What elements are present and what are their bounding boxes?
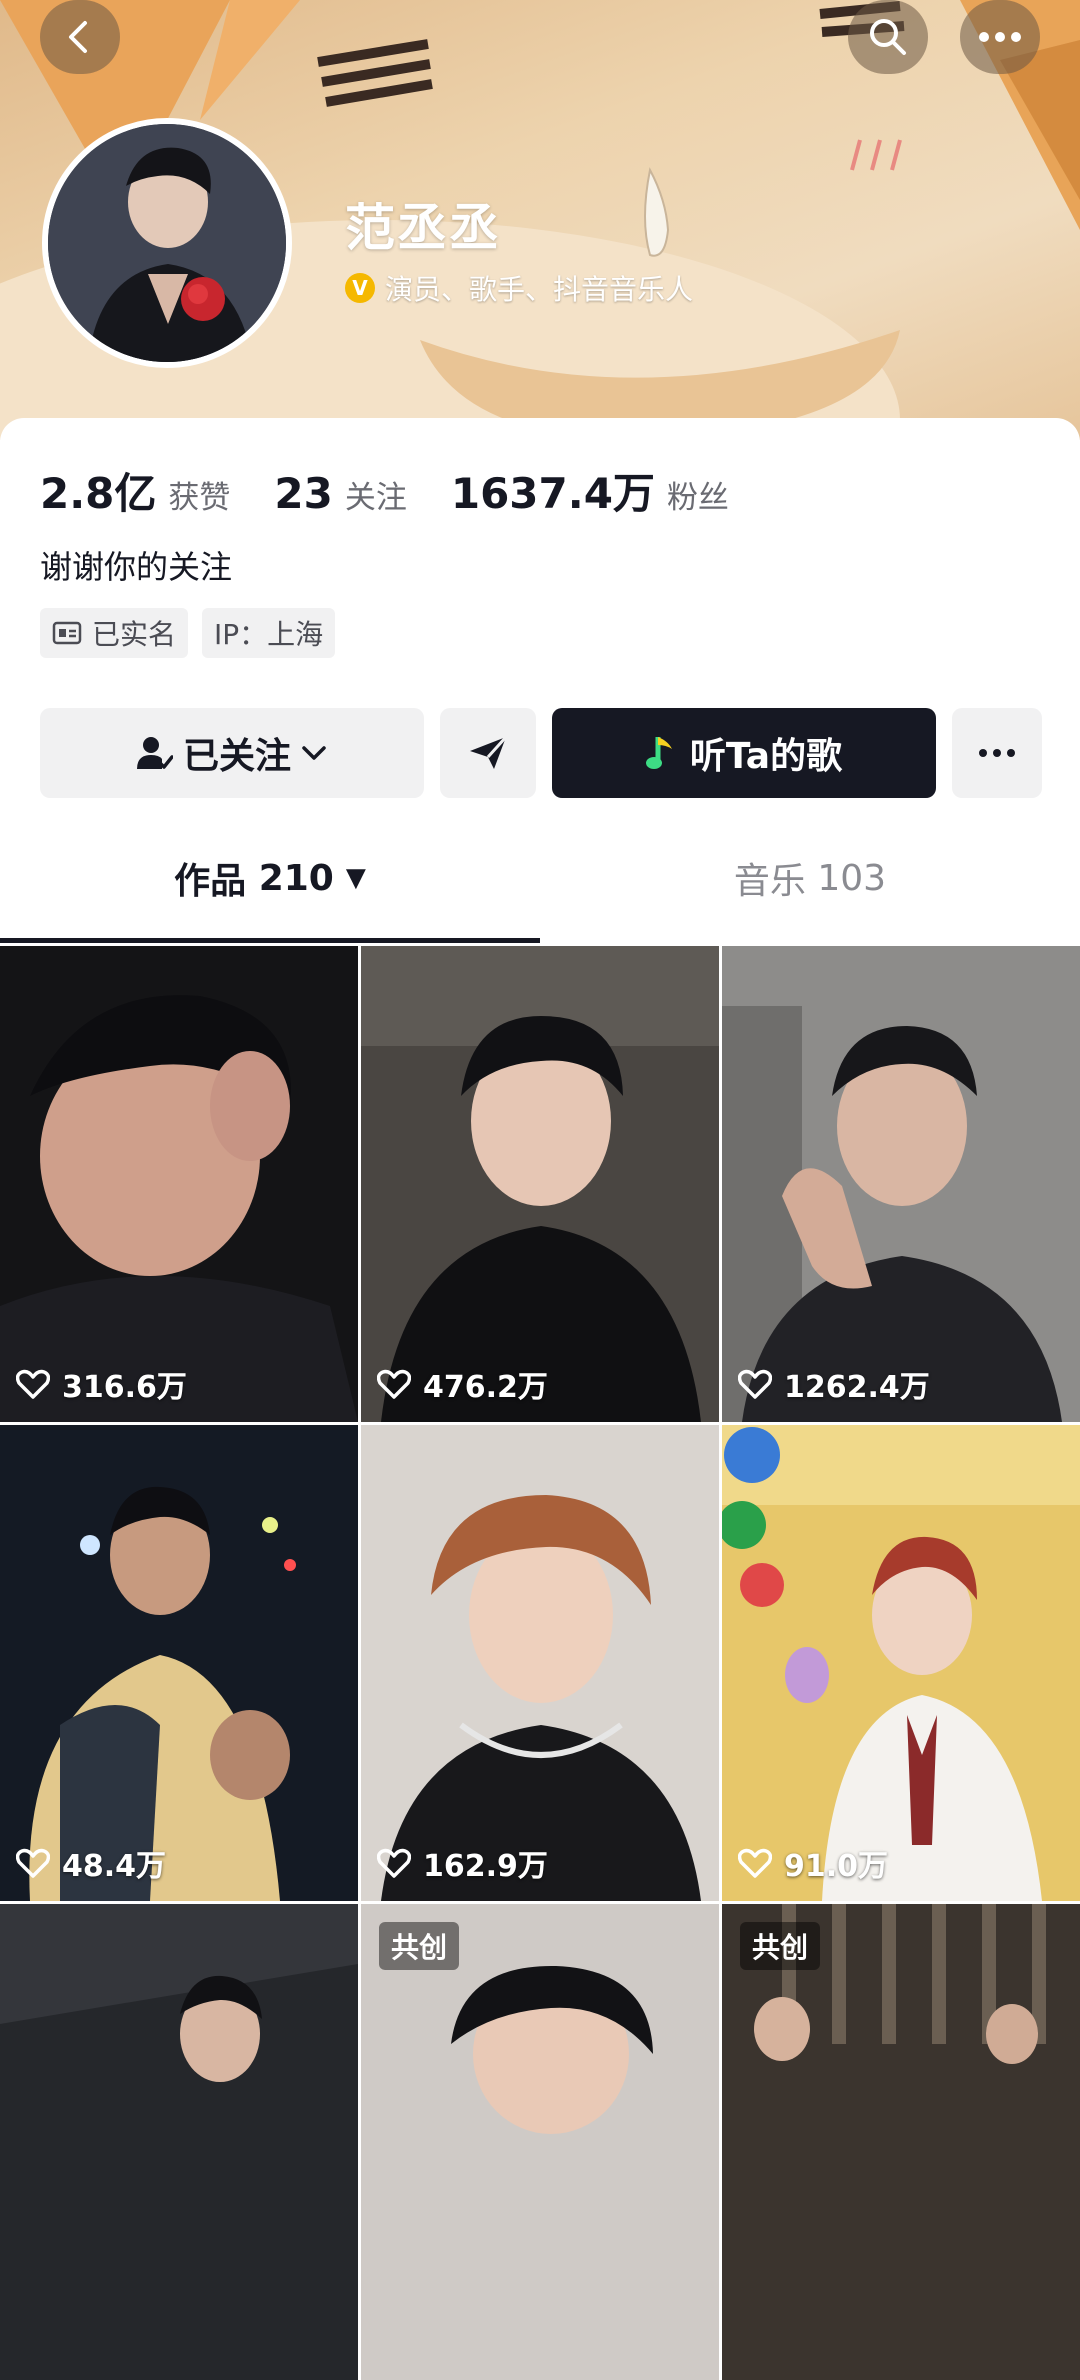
video-cover — [722, 1425, 1080, 1901]
share-button[interactable] — [440, 708, 536, 798]
send-icon — [470, 735, 508, 769]
like-count-value: 476.2万 — [423, 1370, 548, 1405]
verification: V 演员、歌手、抖音音乐人 — [345, 268, 693, 308]
tag-row: 已实名 IP：上海 — [40, 608, 336, 658]
stat-likes: 2.8亿 获赞 — [40, 460, 230, 521]
stats-row: 2.8亿 获赞 23 关注 1637.4万 粉丝 — [40, 460, 773, 521]
likes-label: 获赞 — [168, 480, 231, 516]
video-cover — [0, 1425, 358, 1901]
listen-music-label: 听Ta的歌 — [689, 736, 843, 777]
avatar-photo — [48, 124, 286, 362]
likes-count: 2.8亿 — [40, 469, 157, 518]
search-icon — [870, 19, 906, 55]
heart-icon — [16, 1369, 50, 1399]
followed-button[interactable]: 已关注 — [40, 708, 424, 798]
tab-works-count: 210 — [258, 857, 334, 899]
video-thumbnail[interactable]: 316.6万 — [0, 946, 358, 1422]
video-cover — [722, 1904, 1080, 2380]
co-creation-badge: 共创 — [379, 1922, 460, 1970]
more-actions-button[interactable] — [952, 708, 1042, 798]
chevron-left-icon — [69, 21, 87, 53]
heart-icon — [738, 1369, 772, 1399]
co-creation-badge: 共创 — [740, 1922, 821, 1970]
like-count: 91.0万 — [738, 1841, 888, 1885]
more-button[interactable] — [960, 0, 1040, 74]
chevron-down-icon — [302, 746, 326, 760]
heart-icon — [738, 1848, 772, 1878]
like-count: 316.6万 — [16, 1362, 187, 1406]
video-cover — [361, 946, 719, 1422]
search-button[interactable] — [848, 0, 928, 74]
video-thumbnail[interactable]: 91.0万 — [722, 1425, 1080, 1901]
tab-works-label: 作品 — [174, 861, 247, 902]
stat-following[interactable]: 23 关注 — [274, 469, 406, 518]
video-cover — [361, 1904, 719, 2380]
like-count-value: 162.9万 — [423, 1849, 548, 1884]
following-count: 23 — [274, 469, 333, 518]
bio-text: 谢谢你的关注 — [40, 548, 233, 586]
back-button[interactable] — [40, 0, 120, 74]
profile-banner: 范丞丞 V 演员、歌手、抖音音乐人 — [0, 0, 1080, 440]
followers-label: 粉丝 — [666, 480, 729, 516]
tab-music[interactable]: 音乐 103 — [540, 822, 1080, 934]
video-cover — [722, 946, 1080, 1422]
action-buttons: 已关注 听Ta的歌 — [40, 708, 1042, 798]
video-thumbnail[interactable]: 162.9万 — [361, 1425, 719, 1901]
video-thumbnail[interactable] — [0, 1904, 358, 2380]
video-thumbnail[interactable]: 48.4万 — [0, 1425, 358, 1901]
ellipsis-icon — [979, 749, 1015, 757]
video-cover — [0, 946, 358, 1422]
user-check-icon — [136, 737, 173, 769]
video-grid: 316.6万 476.2万 1262.4万 48.4万 162.9万 91.0万… — [0, 946, 1080, 2380]
music-note-icon — [645, 737, 672, 769]
stat-followers[interactable]: 1637.4万 粉丝 — [451, 460, 729, 521]
verification-text: 演员、歌手、抖音音乐人 — [385, 273, 694, 306]
like-count-value: 91.0万 — [784, 1849, 889, 1884]
video-thumbnail[interactable]: 476.2万 — [361, 946, 719, 1422]
tab-works[interactable]: 作品 210 ▼ — [0, 822, 540, 934]
active-tab-indicator — [0, 938, 540, 943]
verified-icon: V — [345, 273, 375, 303]
caret-down-icon[interactable]: ▼ — [346, 863, 366, 893]
like-count: 48.4万 — [16, 1841, 166, 1885]
id-card-icon — [52, 621, 82, 645]
ip-tag: IP：上海 — [202, 608, 336, 658]
ellipsis-icon — [979, 32, 1021, 42]
like-count-value: 316.6万 — [62, 1370, 187, 1405]
following-label: 关注 — [344, 480, 407, 516]
video-cover — [361, 1425, 719, 1901]
tab-music-label: 音乐 — [733, 861, 806, 902]
like-count: 476.2万 — [377, 1362, 548, 1406]
realname-label: 已实名 — [92, 618, 177, 651]
heart-icon — [16, 1848, 50, 1878]
video-thumbnail[interactable]: 1262.4万 — [722, 946, 1080, 1422]
followed-label: 已关注 — [182, 736, 291, 777]
like-count: 162.9万 — [377, 1841, 548, 1885]
listen-music-button[interactable]: 听Ta的歌 — [552, 708, 936, 798]
followers-count: 1637.4万 — [450, 469, 655, 518]
video-thumbnail[interactable]: 共创 — [361, 1904, 719, 2380]
profile-name: 范丞丞 — [345, 199, 501, 257]
realname-tag: 已实名 — [40, 608, 189, 658]
video-cover — [0, 1904, 358, 2380]
avatar[interactable] — [42, 118, 292, 368]
heart-icon — [377, 1369, 411, 1399]
content-tabs: 作品 210 ▼ 音乐 103 — [0, 822, 1080, 944]
ip-label: IP：上海 — [214, 618, 324, 651]
tab-music-count: 103 — [817, 857, 887, 899]
like-count-value: 48.4万 — [62, 1849, 167, 1884]
video-thumbnail[interactable]: 共创 — [722, 1904, 1080, 2380]
heart-icon — [377, 1848, 411, 1878]
like-count-value: 1262.4万 — [784, 1370, 930, 1405]
like-count: 1262.4万 — [738, 1362, 930, 1406]
